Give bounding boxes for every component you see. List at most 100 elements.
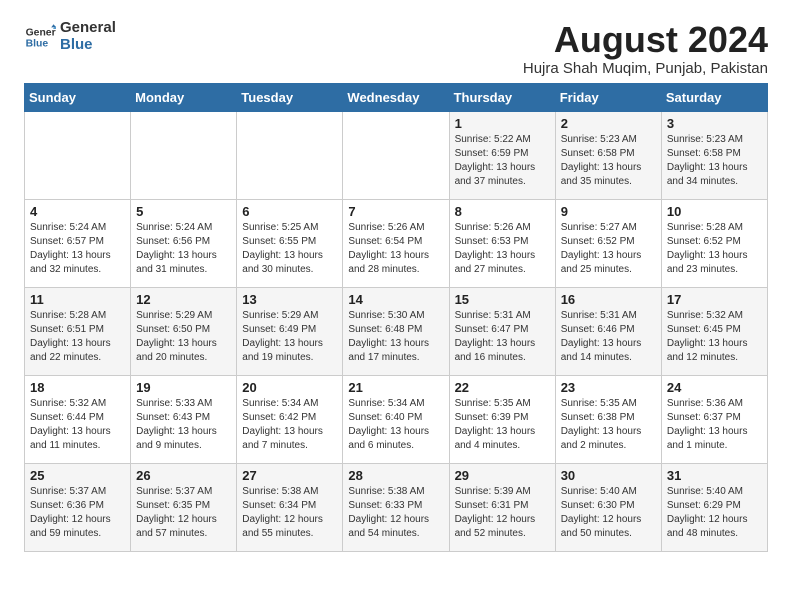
day-info: Sunrise: 5:29 AM Sunset: 6:49 PM Dayligh… [242, 309, 337, 365]
calendar-cell: 29Sunrise: 5:39 AM Sunset: 6:31 PM Dayli… [449, 463, 555, 551]
calendar-cell [237, 111, 343, 199]
header-sunday: Sunday [25, 83, 131, 111]
day-number: 11 [30, 292, 125, 307]
calendar-week-5: 25 Sunrise: 5:37 AM Sunset: 6:36 PM Dayli… [25, 463, 768, 551]
day-info: Sunrise: 5:35 AM Sunset: 6:39 PM Dayligh… [455, 397, 550, 453]
calendar-table: SundayMondayTuesdayWednesdayThursdayFrid… [24, 83, 768, 552]
day-info: Sunrise: 5:27 AM Sunset: 6:52 PM Dayligh… [561, 221, 656, 277]
day-number: 20 [242, 380, 337, 395]
calendar-week-4: 18 Sunrise: 5:32 AM Sunset: 6:44 PM Dayli… [25, 375, 768, 463]
day-info: Sunrise: 5:31 AM Sunset: 6:46 PM Dayligh… [561, 309, 656, 365]
day-info: Sunrise: 5:38 AM Sunset: 6:34 PM Dayligh… [242, 485, 337, 541]
calendar-cell: 7Sunrise: 5:26 AM Sunset: 6:54 PM Daylig… [343, 199, 449, 287]
day-number: 27 [242, 468, 337, 483]
day-number: 6 [242, 204, 337, 219]
calendar-cell: 21 Sunrise: 5:34 AM Sunset: 6:40 PM Dayli… [343, 375, 449, 463]
calendar-cell: 31 Sunrise: 5:40 AM Sunset: 6:29 PM Dayli… [661, 463, 767, 551]
calendar-cell: 23 Sunrise: 5:35 AM Sunset: 6:38 PM Dayli… [555, 375, 661, 463]
calendar-cell [343, 111, 449, 199]
day-info: Sunrise: 5:24 AM Sunset: 6:56 PM Dayligh… [136, 221, 231, 277]
calendar-cell: 28Sunrise: 5:38 AM Sunset: 6:33 PM Dayli… [343, 463, 449, 551]
logo-text: General Blue [60, 20, 116, 53]
header-wednesday: Wednesday [343, 83, 449, 111]
day-number: 22 [455, 380, 550, 395]
day-number: 14 [348, 292, 443, 307]
day-number: 17 [667, 292, 762, 307]
day-number: 19 [136, 380, 231, 395]
title-block: August 2024 Hujra Shah Muqim, Punjab, Pa… [523, 20, 768, 77]
day-number: 3 [667, 116, 762, 131]
calendar-week-1: 1 Sunrise: 5:22 AM Sunset: 6:59 PM Daylig… [25, 111, 768, 199]
calendar-cell: 24 Sunrise: 5:36 AM Sunset: 6:37 PM Dayli… [661, 375, 767, 463]
calendar-cell: 9Sunrise: 5:27 AM Sunset: 6:52 PM Daylig… [555, 199, 661, 287]
month-year: August 2024 [523, 20, 768, 60]
day-info: Sunrise: 5:37 AM Sunset: 6:36 PM Dayligh… [30, 485, 125, 541]
day-number: 1 [455, 116, 550, 131]
day-number: 23 [561, 380, 656, 395]
header-monday: Monday [131, 83, 237, 111]
calendar-cell: 3Sunrise: 5:23 AM Sunset: 6:58 PM Daylig… [661, 111, 767, 199]
day-info: Sunrise: 5:29 AM Sunset: 6:50 PM Dayligh… [136, 309, 231, 365]
day-info: Sunrise: 5:26 AM Sunset: 6:54 PM Dayligh… [348, 221, 443, 277]
day-info: Sunrise: 5:37 AM Sunset: 6:35 PM Dayligh… [136, 485, 231, 541]
calendar-cell [25, 111, 131, 199]
page-header: General Blue General Blue August 2024 Hu… [24, 20, 768, 77]
day-info: Sunrise: 5:32 AM Sunset: 6:44 PM Dayligh… [30, 397, 125, 453]
logo: General Blue General Blue [24, 20, 116, 53]
day-info: Sunrise: 5:34 AM Sunset: 6:42 PM Dayligh… [242, 397, 337, 453]
day-number: 24 [667, 380, 762, 395]
calendar-cell: 5 Sunrise: 5:24 AM Sunset: 6:56 PM Daylig… [131, 199, 237, 287]
calendar-cell: 6Sunrise: 5:25 AM Sunset: 6:55 PM Daylig… [237, 199, 343, 287]
day-number: 10 [667, 204, 762, 219]
day-info: Sunrise: 5:34 AM Sunset: 6:40 PM Dayligh… [348, 397, 443, 453]
calendar-cell: 15Sunrise: 5:31 AM Sunset: 6:47 PM Dayli… [449, 287, 555, 375]
day-number: 21 [348, 380, 443, 395]
day-info: Sunrise: 5:22 AM Sunset: 6:59 PM Dayligh… [455, 133, 550, 189]
calendar-week-2: 4 Sunrise: 5:24 AM Sunset: 6:57 PM Daylig… [25, 199, 768, 287]
day-number: 13 [242, 292, 337, 307]
day-info: Sunrise: 5:31 AM Sunset: 6:47 PM Dayligh… [455, 309, 550, 365]
svg-text:General: General [26, 27, 56, 38]
calendar-cell: 26 Sunrise: 5:37 AM Sunset: 6:35 PM Dayli… [131, 463, 237, 551]
day-info: Sunrise: 5:36 AM Sunset: 6:37 PM Dayligh… [667, 397, 762, 453]
day-info: Sunrise: 5:28 AM Sunset: 6:52 PM Dayligh… [667, 221, 762, 277]
header-friday: Friday [555, 83, 661, 111]
calendar-cell: 30Sunrise: 5:40 AM Sunset: 6:30 PM Dayli… [555, 463, 661, 551]
day-number: 25 [30, 468, 125, 483]
day-number: 2 [561, 116, 656, 131]
day-info: Sunrise: 5:23 AM Sunset: 6:58 PM Dayligh… [561, 133, 656, 189]
calendar-cell: 17Sunrise: 5:32 AM Sunset: 6:45 PM Dayli… [661, 287, 767, 375]
day-number: 4 [30, 204, 125, 219]
header-thursday: Thursday [449, 83, 555, 111]
calendar-cell: 18 Sunrise: 5:32 AM Sunset: 6:44 PM Dayli… [25, 375, 131, 463]
day-info: Sunrise: 5:24 AM Sunset: 6:57 PM Dayligh… [30, 221, 125, 277]
day-number: 31 [667, 468, 762, 483]
day-info: Sunrise: 5:30 AM Sunset: 6:48 PM Dayligh… [348, 309, 443, 365]
day-info: Sunrise: 5:38 AM Sunset: 6:33 PM Dayligh… [348, 485, 443, 541]
day-number: 29 [455, 468, 550, 483]
logo-icon: General Blue [24, 21, 56, 53]
day-number: 16 [561, 292, 656, 307]
day-number: 12 [136, 292, 231, 307]
day-number: 26 [136, 468, 231, 483]
day-number: 18 [30, 380, 125, 395]
day-info: Sunrise: 5:40 AM Sunset: 6:30 PM Dayligh… [561, 485, 656, 541]
day-number: 5 [136, 204, 231, 219]
header-tuesday: Tuesday [237, 83, 343, 111]
day-info: Sunrise: 5:35 AM Sunset: 6:38 PM Dayligh… [561, 397, 656, 453]
calendar-header-row: SundayMondayTuesdayWednesdayThursdayFrid… [25, 83, 768, 111]
calendar-cell: 11 Sunrise: 5:28 AM Sunset: 6:51 PM Dayli… [25, 287, 131, 375]
calendar-cell: 19Sunrise: 5:33 AM Sunset: 6:43 PM Dayli… [131, 375, 237, 463]
calendar-cell: 25 Sunrise: 5:37 AM Sunset: 6:36 PM Dayli… [25, 463, 131, 551]
calendar-cell: 16 Sunrise: 5:31 AM Sunset: 6:46 PM Dayli… [555, 287, 661, 375]
day-info: Sunrise: 5:28 AM Sunset: 6:51 PM Dayligh… [30, 309, 125, 365]
calendar-cell: 1 Sunrise: 5:22 AM Sunset: 6:59 PM Daylig… [449, 111, 555, 199]
calendar-cell: 10 Sunrise: 5:28 AM Sunset: 6:52 PM Dayli… [661, 199, 767, 287]
day-info: Sunrise: 5:40 AM Sunset: 6:29 PM Dayligh… [667, 485, 762, 541]
calendar-cell: 27 Sunrise: 5:38 AM Sunset: 6:34 PM Dayli… [237, 463, 343, 551]
location: Hujra Shah Muqim, Punjab, Pakistan [523, 60, 768, 77]
svg-text:Blue: Blue [26, 38, 49, 49]
day-number: 8 [455, 204, 550, 219]
calendar-cell: 8 Sunrise: 5:26 AM Sunset: 6:53 PM Daylig… [449, 199, 555, 287]
day-info: Sunrise: 5:26 AM Sunset: 6:53 PM Dayligh… [455, 221, 550, 277]
